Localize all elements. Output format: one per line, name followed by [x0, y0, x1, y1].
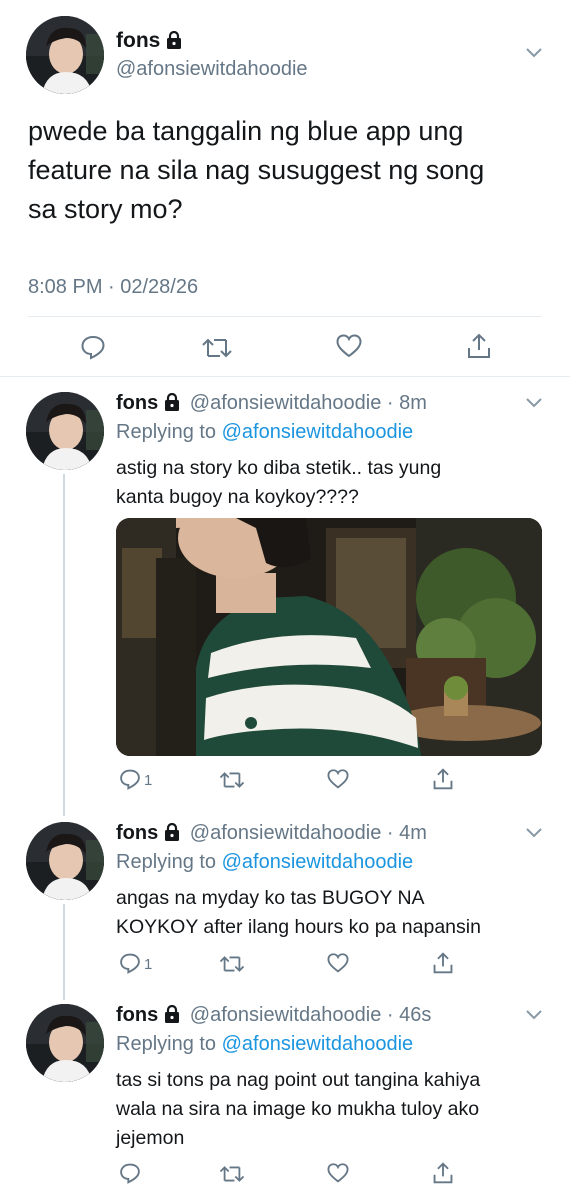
photo-image — [116, 518, 542, 756]
replying-to-label: Replying to — [116, 851, 217, 873]
replying-to-handle[interactable]: @afonsiewitdahoodie — [222, 421, 414, 443]
heart-icon[interactable] — [327, 769, 349, 789]
avatar-image — [26, 1004, 104, 1082]
chevron-down-icon[interactable] — [524, 46, 544, 60]
tweet-timestamp[interactable]: 8:08 PM · 02/28/26 — [28, 274, 198, 300]
lock-icon — [165, 1005, 180, 1023]
tweet-text-line: tas si tons pa nag point out tangina kah… — [116, 1069, 481, 1091]
reply-count: 1 — [144, 956, 153, 973]
retweet-icon[interactable] — [218, 954, 246, 974]
replying-to-label: Replying to — [116, 421, 217, 443]
tweet-text-line: astig na story ko diba stetik.. tas yung — [116, 457, 442, 479]
retweet-icon[interactable] — [200, 336, 234, 360]
tweet-age[interactable]: 4m — [399, 822, 427, 844]
share-icon[interactable] — [432, 767, 454, 791]
avatar[interactable] — [26, 16, 104, 94]
replying-to: Replying to @afonsiewitdahoodie — [116, 849, 413, 875]
avatar[interactable] — [26, 822, 104, 900]
tweet-text-line: wala na sira na image ko mukha tuloy ako — [116, 1098, 480, 1120]
reply-header: fons @afonsiewitdahoodie · 4m — [116, 822, 427, 844]
tweet-text-line: jejemon — [116, 1127, 185, 1149]
tweet-photo[interactable] — [116, 518, 542, 756]
share-icon[interactable] — [466, 332, 492, 360]
retweet-icon[interactable] — [218, 770, 246, 790]
reply-icon[interactable] — [119, 768, 141, 790]
display-name[interactable]: fons — [116, 822, 158, 844]
lock-icon — [165, 823, 180, 841]
replying-to-label: Replying to — [116, 1033, 217, 1055]
chevron-down-icon[interactable] — [524, 826, 544, 840]
replying-to: Replying to @afonsiewitdahoodie — [116, 1031, 413, 1057]
avatar[interactable] — [26, 392, 104, 470]
avatar-image — [26, 16, 104, 94]
retweet-icon[interactable] — [218, 1164, 246, 1184]
display-name[interactable]: fons — [116, 29, 160, 52]
reply-icon[interactable] — [119, 952, 141, 974]
tweet-text-line: kanta bugoy na koykoy???? — [116, 486, 359, 508]
heart-icon[interactable] — [327, 1163, 349, 1183]
divider — [28, 316, 542, 317]
reply-icon[interactable] — [119, 1162, 141, 1184]
avatar[interactable] — [26, 1004, 104, 1082]
tweet-age[interactable]: 8m — [399, 392, 427, 414]
tweet-text-line: KOYKOY after ilang hours ko pa napansin — [116, 916, 481, 938]
heart-icon[interactable] — [327, 953, 349, 973]
reply-icon[interactable] — [80, 334, 106, 360]
display-name[interactable]: fons — [116, 1004, 158, 1026]
tweet-age[interactable]: 46s — [399, 1004, 431, 1026]
reply-header: fons @afonsiewitdahoodie · 46s — [116, 1004, 432, 1026]
author-handle[interactable]: @afonsiewitdahoodie — [190, 392, 382, 414]
avatar-image — [26, 822, 104, 900]
lock-icon — [167, 31, 182, 49]
tweet-text: tas si tons pa nag point out tangina kah… — [116, 1066, 546, 1153]
lock-icon — [165, 393, 180, 411]
author-name-row: fons — [116, 28, 182, 54]
tweet-text: astig na story ko diba stetik.. tas yung… — [116, 454, 546, 512]
tweet-text: pwede ba tanggalin ng blue app ung featu… — [28, 112, 548, 229]
heart-icon[interactable] — [336, 334, 362, 358]
author-handle[interactable]: @afonsiewitdahoodie — [190, 822, 382, 844]
tweet-text-line: pwede ba tanggalin ng blue app ung — [28, 116, 464, 146]
divider — [0, 376, 570, 377]
tweet-text-line: angas na myday ko tas BUGOY NA — [116, 887, 425, 909]
chevron-down-icon[interactable] — [524, 1008, 544, 1022]
avatar-image — [26, 392, 104, 470]
reply-count: 1 — [144, 772, 153, 789]
chevron-down-icon[interactable] — [524, 396, 544, 410]
thread-line — [63, 474, 65, 816]
reply-header: fons @afonsiewitdahoodie · 8m — [116, 392, 427, 414]
tweet-text-line: sa story mo? — [28, 194, 183, 224]
replying-to: Replying to @afonsiewitdahoodie — [116, 419, 413, 445]
tweet-text: angas na myday ko tas BUGOY NA KOYKOY af… — [116, 884, 546, 942]
author-handle[interactable]: @afonsiewitdahoodie — [190, 1004, 382, 1026]
share-icon[interactable] — [432, 951, 454, 975]
replying-to-handle[interactable]: @afonsiewitdahoodie — [222, 1033, 414, 1055]
display-name[interactable]: fons — [116, 392, 158, 414]
author-handle[interactable]: @afonsiewitdahoodie — [116, 56, 308, 82]
share-icon[interactable] — [432, 1161, 454, 1185]
replying-to-handle[interactable]: @afonsiewitdahoodie — [222, 851, 414, 873]
thread-line — [63, 904, 65, 1000]
tweet-text-line: feature na sila nag susuggest ng song — [28, 155, 485, 185]
